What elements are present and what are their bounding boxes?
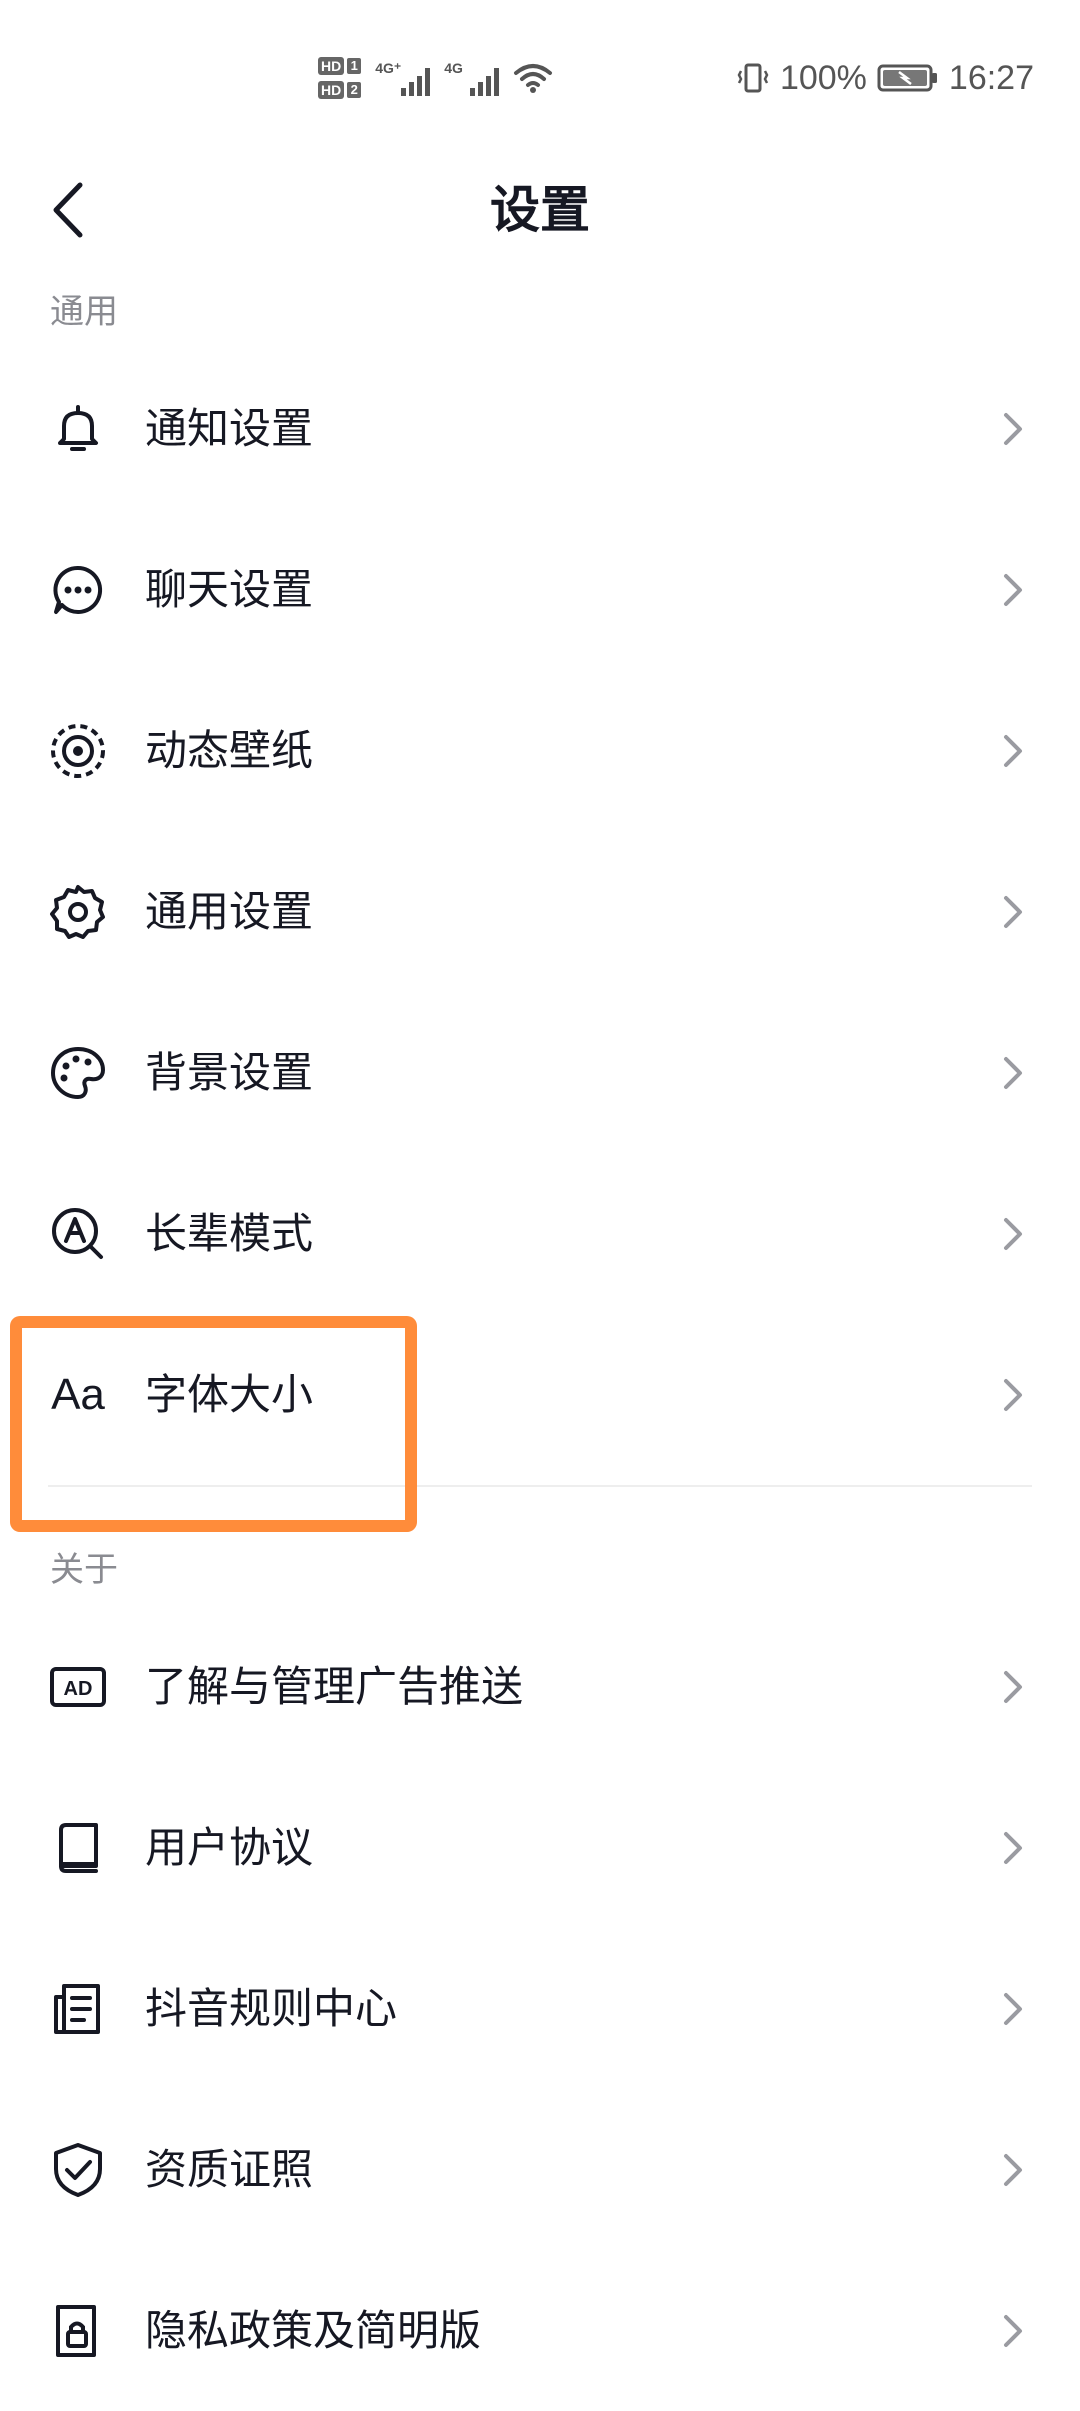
clock: 16:27 [948, 58, 1034, 97]
hd-label: HD [318, 81, 345, 99]
settings-item-live-wallpaper[interactable]: 动态壁纸 [0, 670, 1080, 831]
settings-item-label: 通知设置 [145, 403, 314, 453]
chevron-right-icon [1004, 573, 1022, 606]
settings-item-label: 动态壁纸 [145, 725, 314, 775]
privacy-lock-icon [48, 2301, 108, 2361]
chevron-right-icon [1004, 1378, 1022, 1411]
settings-item-notifications[interactable]: 通知设置 [0, 348, 1080, 509]
battery-charging-icon [877, 64, 937, 92]
settings-item-label: 抖音规则中心 [145, 1983, 398, 2033]
settings-item-label: 隐私政策及简明版 [145, 2305, 482, 2355]
chevron-right-icon [1004, 412, 1022, 445]
bell-icon [48, 399, 108, 459]
page-title: 设置 [490, 181, 590, 239]
section-label-general: 通用 [50, 292, 118, 332]
signal-indicators: HD 1 HD 2 4G⁺ 4G [318, 48, 553, 108]
document-list-icon [48, 1979, 108, 2039]
sim-number: 2 [347, 82, 362, 98]
hd-badge-sim1: HD 1 [318, 57, 362, 75]
hd-badge-sim2: HD 2 [318, 81, 362, 99]
elder-mode-icon [48, 1204, 108, 1264]
settings-item-general[interactable]: 通用设置 [0, 831, 1080, 992]
settings-item-elder-mode[interactable]: 长辈模式 [0, 1153, 1080, 1314]
system-indicators: 100% 16:27 [736, 48, 1034, 108]
vibrate-icon [737, 63, 769, 93]
settings-item-label: 了解与管理广告推送 [145, 1661, 524, 1711]
network-type: 4G [444, 60, 463, 76]
settings-item-qualifications[interactable]: 资质证照 [0, 2089, 1080, 2250]
settings-item-label: 背景设置 [145, 1047, 314, 1097]
section-divider [48, 1485, 1032, 1487]
chevron-right-icon [1004, 1992, 1022, 2025]
ad-icon: AD [48, 1657, 108, 1717]
settings-item-font-size[interactable]: Aa 字体大小 [0, 1314, 1080, 1475]
settings-item-label: 通用设置 [145, 886, 314, 936]
live-wallpaper-icon [48, 721, 108, 781]
chevron-right-icon [1004, 734, 1022, 767]
chevron-right-icon [1004, 1217, 1022, 1250]
settings-item-privacy-policy[interactable]: 隐私政策及简明版 [0, 2250, 1080, 2411]
settings-item-background[interactable]: 背景设置 [0, 992, 1080, 1153]
ad-icon-text: AD [64, 1678, 93, 1700]
sim-number: 1 [347, 58, 362, 74]
navigation-header: 设置 [0, 150, 1080, 270]
hd-voice-badges: HD 1 HD 2 [318, 57, 362, 99]
network-type: 4G⁺ [375, 60, 402, 76]
chevron-right-icon [1004, 1056, 1022, 1089]
chevron-right-icon [1004, 2153, 1022, 2186]
hd-label: HD [318, 57, 345, 75]
chevron-right-icon [1004, 895, 1022, 928]
settings-item-chat[interactable]: 聊天设置 [0, 509, 1080, 670]
shield-check-icon [48, 2140, 108, 2200]
chevron-right-icon [1004, 1670, 1022, 1703]
settings-item-ad-management[interactable]: AD 了解与管理广告推送 [0, 1606, 1080, 1767]
settings-item-label: 资质证照 [145, 2144, 314, 2194]
chevron-right-icon [1004, 1831, 1022, 1864]
settings-item-rules-center[interactable]: 抖音规则中心 [0, 1928, 1080, 2089]
font-size-icon: Aa [48, 1365, 108, 1425]
signal-strength-sim2-icon: 4G [444, 60, 500, 96]
signal-strength-sim1-icon: 4G⁺ [375, 60, 431, 96]
palette-icon [48, 1043, 108, 1103]
chevron-right-icon [1004, 2314, 1022, 2347]
settings-item-user-agreement[interactable]: 用户协议 [0, 1767, 1080, 1928]
gear-icon [48, 882, 108, 942]
settings-item-label: 用户协议 [145, 1822, 314, 1872]
chat-bubble-icon [48, 560, 108, 620]
book-icon [48, 1818, 108, 1878]
settings-item-label: 字体大小 [145, 1369, 314, 1419]
status-bar: HD 1 HD 2 4G⁺ 4G 100% 16:27 [0, 0, 1080, 150]
settings-item-label: 聊天设置 [145, 564, 314, 614]
wifi-icon [514, 64, 553, 93]
section-label-about: 关于 [50, 1550, 118, 1590]
battery-percent: 100% [779, 58, 867, 97]
settings-item-label: 长辈模式 [145, 1208, 314, 1258]
font-size-icon-text: Aa [51, 1369, 105, 1419]
